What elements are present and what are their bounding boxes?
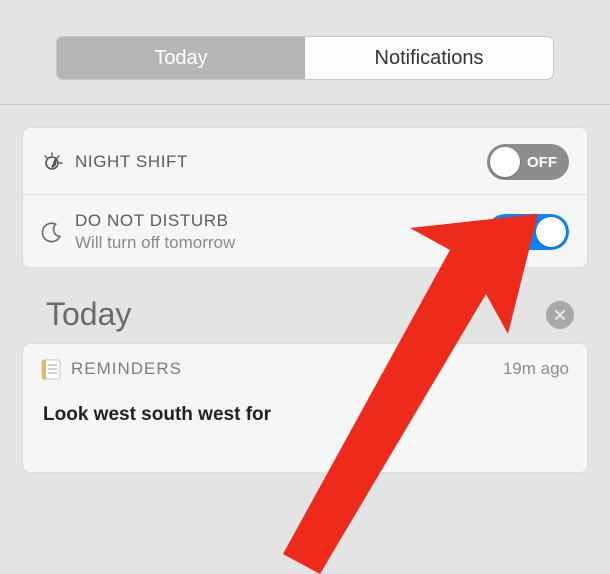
section-heading: Today bbox=[46, 296, 546, 333]
reminder-item: Look west south west for bbox=[41, 404, 569, 426]
segmented-control: Today Notifications bbox=[56, 36, 554, 80]
reminders-label: REMINDERS bbox=[71, 359, 503, 379]
tab-bar: Today Notifications bbox=[0, 0, 610, 105]
toggle-knob bbox=[490, 147, 520, 177]
reminders-icon bbox=[41, 358, 71, 380]
night-shift-state: OFF bbox=[527, 154, 557, 171]
reminders-widget: REMINDERS 19m ago Look west south west f… bbox=[22, 343, 588, 473]
tab-notifications-label: Notifications bbox=[375, 47, 484, 70]
tab-today[interactable]: Today bbox=[57, 37, 305, 79]
night-shift-row: NIGHT SHIFT OFF bbox=[23, 128, 587, 194]
close-button[interactable] bbox=[546, 301, 574, 329]
quick-settings-card: NIGHT SHIFT OFF DO NOT DISTURB Will turn… bbox=[22, 127, 588, 268]
tab-today-label: Today bbox=[154, 47, 207, 70]
dnd-state: ON bbox=[499, 224, 522, 241]
reminders-header: REMINDERS 19m ago bbox=[41, 358, 569, 380]
toggle-knob bbox=[536, 217, 566, 247]
moon-icon bbox=[41, 221, 75, 243]
dnd-toggle[interactable]: ON bbox=[487, 214, 569, 250]
night-shift-icon bbox=[41, 150, 75, 174]
reminders-time: 19m ago bbox=[503, 359, 569, 379]
dnd-subtitle: Will turn off tomorrow bbox=[75, 233, 487, 253]
night-shift-title: NIGHT SHIFT bbox=[75, 152, 487, 172]
dnd-texts: DO NOT DISTURB Will turn off tomorrow bbox=[75, 211, 487, 253]
dnd-row: DO NOT DISTURB Will turn off tomorrow ON bbox=[23, 194, 587, 267]
tab-notifications[interactable]: Notifications bbox=[305, 37, 553, 79]
night-shift-toggle[interactable]: OFF bbox=[487, 144, 569, 180]
close-icon bbox=[554, 309, 566, 321]
night-shift-texts: NIGHT SHIFT bbox=[75, 152, 487, 172]
dnd-title: DO NOT DISTURB bbox=[75, 211, 487, 231]
section-header: Today bbox=[46, 296, 588, 333]
